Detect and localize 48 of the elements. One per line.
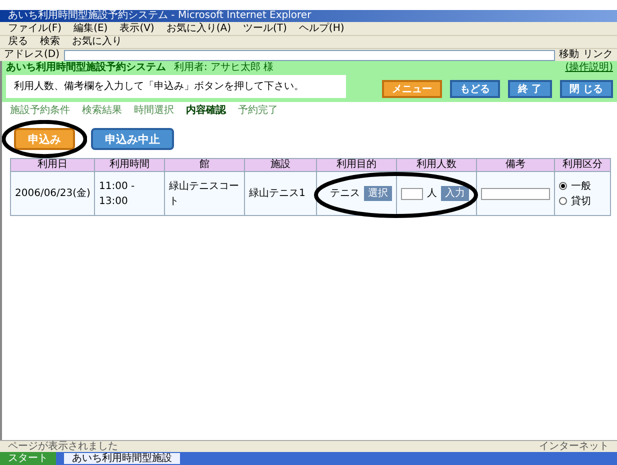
menu-item[interactable]: 編集(E): [74, 24, 108, 34]
go-button[interactable]: 移動: [559, 50, 579, 60]
menu-item[interactable]: ファイル(F): [8, 24, 62, 34]
taskbar-item[interactable]: あいち利用時間型施設: [64, 453, 180, 464]
step-label: 施設予約条件: [10, 106, 70, 116]
input-button[interactable]: 入力: [441, 186, 469, 201]
people-field[interactable]: [401, 188, 423, 200]
purpose-text: テニス: [330, 187, 360, 201]
remarks-field[interactable]: [481, 188, 550, 200]
user-name: 利用者: アサヒ太郎 様: [174, 63, 274, 73]
column-header: 備考: [476, 158, 554, 172]
column-header: 利用日: [10, 158, 94, 172]
message-box: 利用人数、備考欄を入力して「申込み」ボタンを押して下さい。: [6, 75, 346, 98]
toolbar-button[interactable]: 戻る: [8, 37, 28, 47]
unit-label: 人: [427, 187, 437, 201]
status-text: ページが表示されました: [8, 442, 118, 452]
start-button[interactable]: スタート: [0, 452, 56, 465]
table-cell: 11:00 - 13:00: [94, 172, 164, 216]
step-label: 検索結果: [82, 106, 122, 116]
select-button[interactable]: 選択: [364, 186, 392, 201]
radio-button[interactable]: [559, 182, 567, 190]
column-header: 利用人数: [396, 158, 476, 172]
table-cell: 緑山テニス1: [244, 172, 316, 216]
menu-item[interactable]: ヘルプ(H): [298, 24, 344, 34]
step-label: 時間選択: [134, 106, 174, 116]
zone-text: インターネット: [539, 442, 609, 452]
radio-label: 貸切: [571, 194, 591, 208]
radio-button[interactable]: [559, 197, 567, 205]
column-header: 利用目的: [316, 158, 396, 172]
toolbar-button[interactable]: お気に入り: [72, 37, 122, 47]
system-title: あいち利用時間型施設予約システム: [6, 63, 166, 73]
address-field[interactable]: [64, 50, 555, 60]
address-label: アドレス(D): [4, 50, 60, 60]
radio-label: 一般: [571, 180, 591, 194]
menu-item[interactable]: ツール(T): [243, 24, 287, 34]
column-header: 利用時間: [94, 158, 164, 172]
window-title: あいち利用時間型施設予約システム - Microsoft Internet Explorer: [0, 10, 617, 22]
column-header: 施設: [244, 158, 316, 172]
step-label: 内容確認: [186, 106, 226, 116]
menu-item[interactable]: 表示(V): [120, 24, 154, 34]
table-cell: 緑山テニスコート: [164, 172, 244, 216]
table-cell: 2006/06/23(金): [10, 172, 94, 216]
links-button[interactable]: リンク: [583, 50, 613, 60]
help-link[interactable]: (操作説明): [565, 63, 613, 73]
menu-item[interactable]: お気に入り(A): [166, 24, 231, 34]
step-label: 予約完了: [238, 106, 278, 116]
column-header: 館: [164, 158, 244, 172]
toolbar-button[interactable]: 検索: [40, 37, 60, 47]
